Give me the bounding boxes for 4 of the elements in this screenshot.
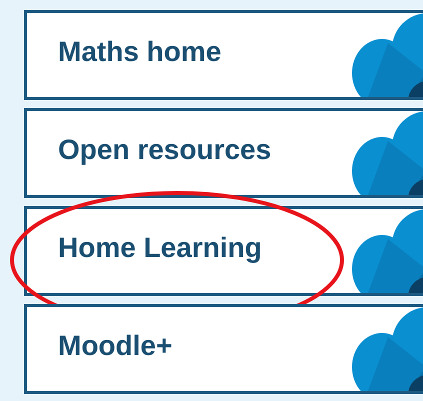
link-card[interactable]: Open resources — [24, 108, 423, 198]
link-card[interactable]: Moodle+ — [24, 304, 423, 394]
link-card[interactable]: Home Learning — [24, 206, 423, 296]
link-card[interactable]: Maths home — [24, 10, 423, 100]
